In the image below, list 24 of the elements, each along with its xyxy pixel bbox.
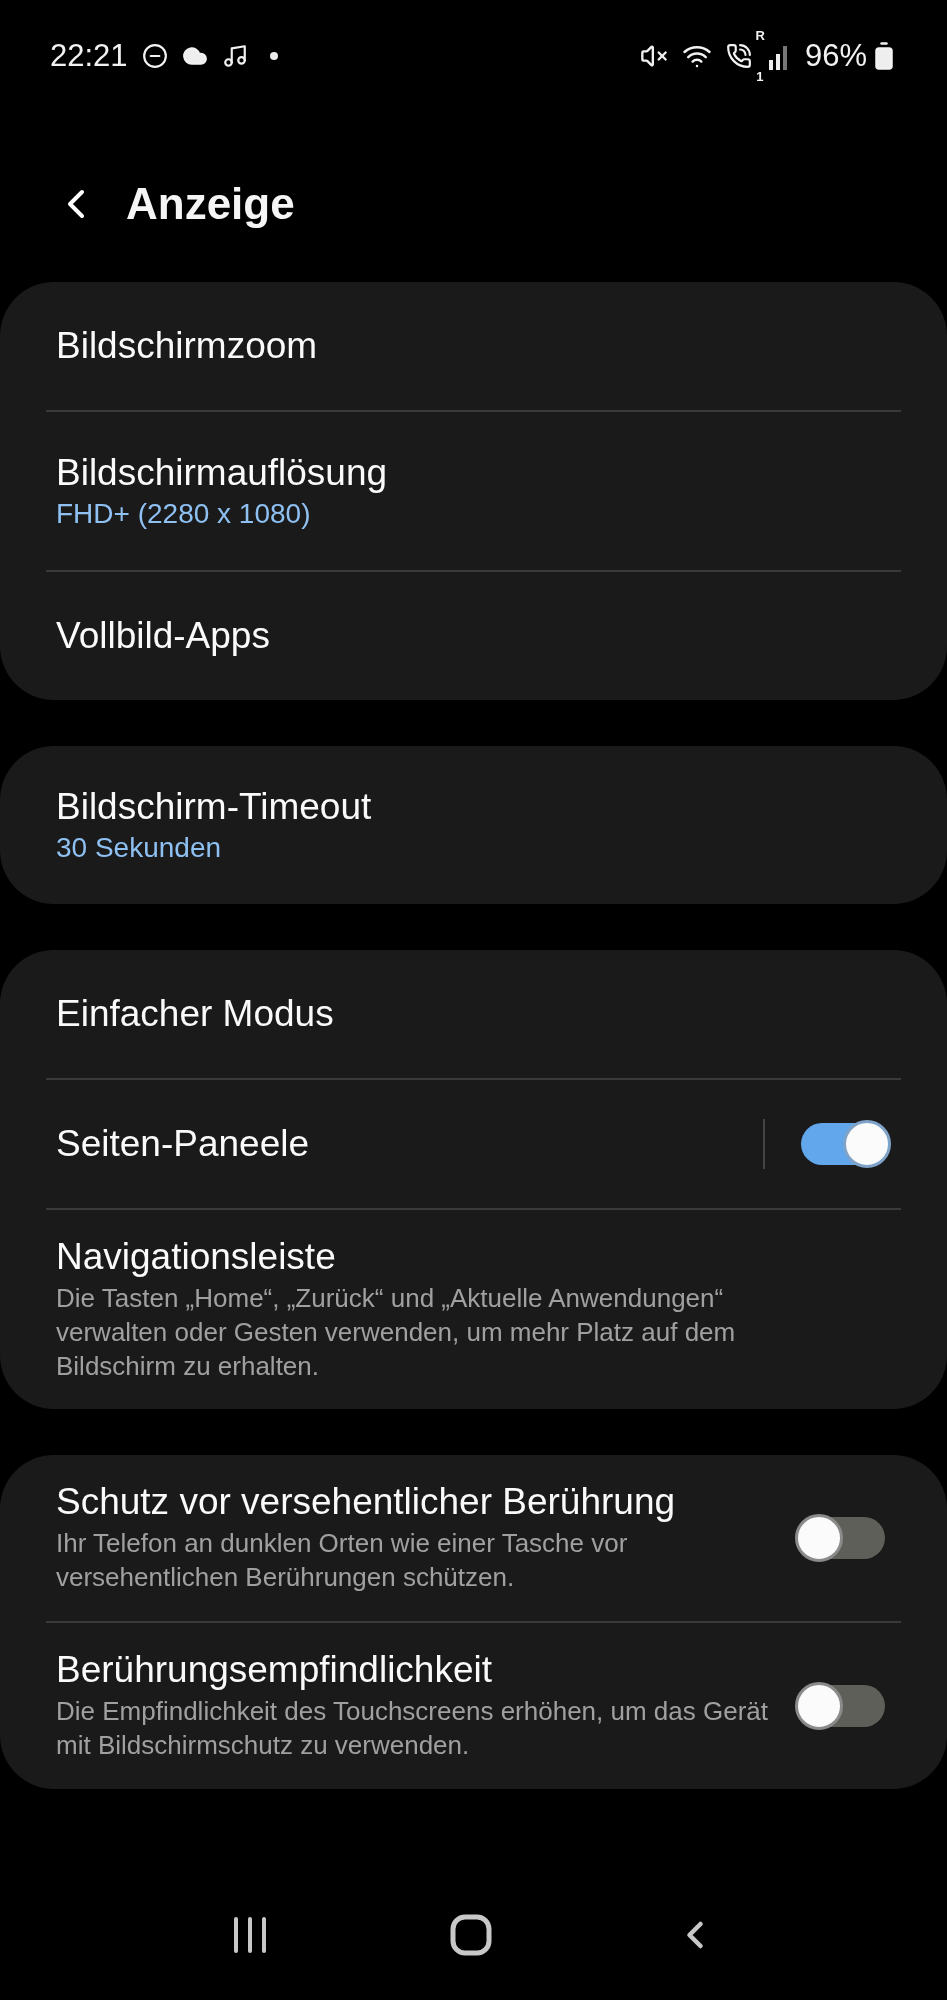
setting-title[interactable]: Bildschirm-Timeout <box>56 786 891 828</box>
setting-title[interactable]: Bildschirmauflösung <box>56 452 891 494</box>
page-title: Anzeige <box>126 179 295 229</box>
setting-title[interactable]: Navigationsleiste <box>56 1236 891 1278</box>
do-not-disturb-icon <box>141 43 168 69</box>
setting-title[interactable]: Schutz vor versehentlicher Berührung <box>56 1481 775 1524</box>
sim-number: 1 <box>756 69 764 84</box>
clock: 22:21 <box>50 38 128 74</box>
setting-value: 30 Sekunden <box>56 832 223 864</box>
home-button[interactable] <box>450 1914 493 1956</box>
music-note-icon <box>221 43 248 69</box>
battery-level: 96% <box>804 38 867 74</box>
phone-call-icon <box>726 43 753 69</box>
setting-title[interactable]: Vollbild-Apps <box>56 615 891 657</box>
dot-icon <box>269 52 278 60</box>
setting-title[interactable]: Seiten-Paneele <box>56 1123 743 1165</box>
setting-title[interactable]: Bildschirmzoom <box>56 325 891 367</box>
setting-value: FHD+ (2280 x 1080) <box>56 498 312 530</box>
roaming-label: R <box>755 28 765 43</box>
setting-description: Ihr Telefon an dunklen Orten wie einer Tasche vor versehentlichen Berührungen schützen. <box>56 1527 629 1595</box>
setting-description: Die Empfindlichkeit des Touchscreens erhöhen, um das Gerät mit Bildschirmschutz zu verwenden. <box>56 1695 769 1762</box>
setting-description: Die Tasten „Home“, „Zurück“ und „Aktuelle Anwendungen“ verwalten oder Gesten verwenden, um mehr Platz auf dem Bildschirm zu erhalten. <box>56 1282 737 1383</box>
setting-title[interactable]: Berührungsempfindlichkeit <box>56 1649 775 1691</box>
setting-title[interactable]: Einfacher Modus <box>56 993 891 1035</box>
